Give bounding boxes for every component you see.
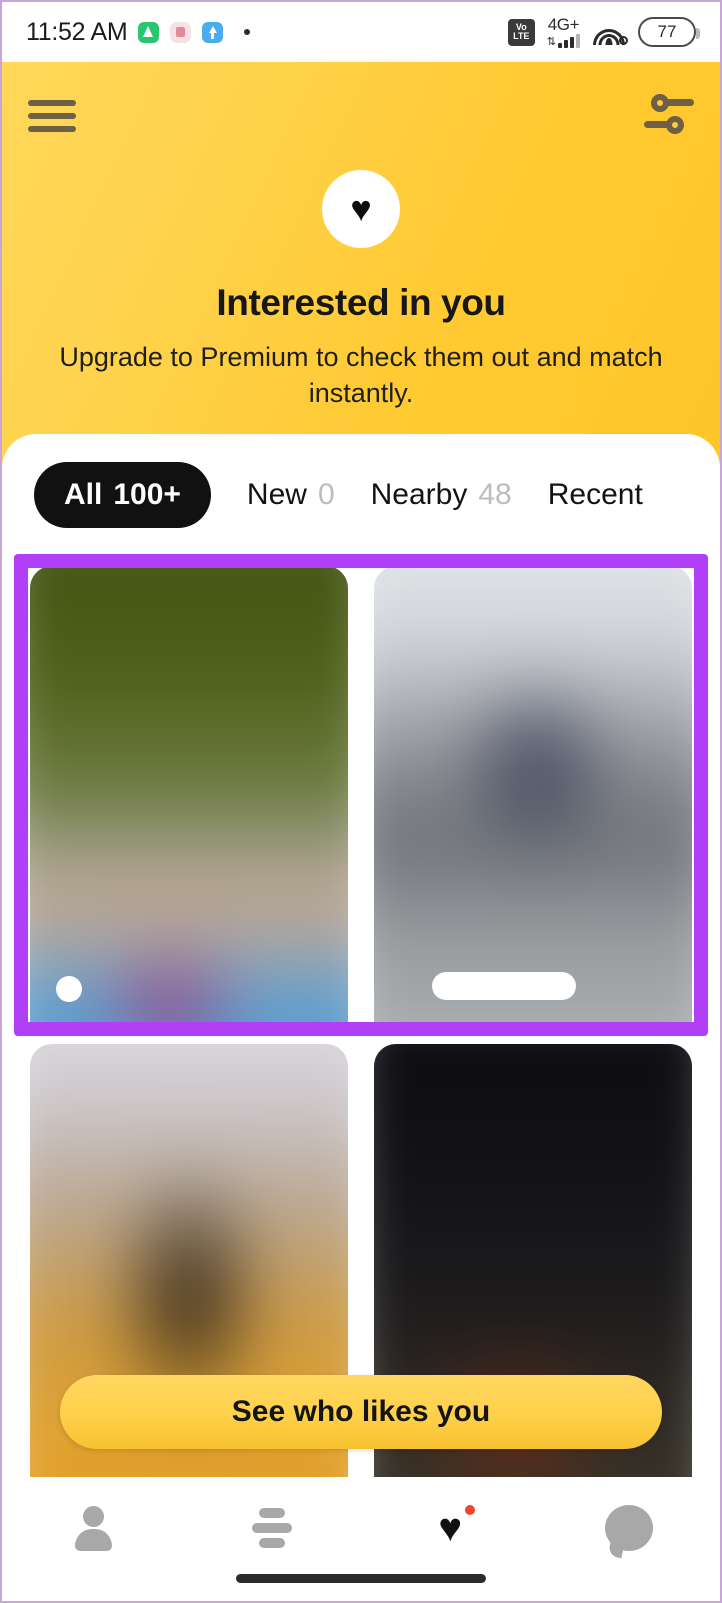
hamburger-menu-icon[interactable] [28, 96, 76, 136]
heart-icon: ♥ [438, 1506, 463, 1550]
status-bar-right: Vo LTE 4G+ ⇅ 77 [507, 14, 700, 48]
notification-badge-icon [463, 1503, 478, 1517]
network-type-label: 4G+ [547, 14, 580, 34]
battery-percent: 77 [657, 22, 677, 41]
nav-likes[interactable]: ♥ [395, 1499, 505, 1557]
tab-all-count: 100+ [113, 478, 181, 511]
filter-sliders-icon[interactable] [644, 92, 694, 140]
chat-bubble-icon [604, 1505, 653, 1551]
status-bar: 11:52 AM Vo LTE 4G+ ⇅ 77 [2, 2, 720, 62]
heart-logo-glyph: ♥ [350, 188, 372, 229]
profile-card-2[interactable] [374, 566, 692, 1026]
nav-profile[interactable] [38, 1499, 148, 1557]
volte-line-2: LTE [513, 31, 530, 41]
signal-icon: 4G+ ⇅ [547, 14, 580, 48]
nav-messages[interactable] [574, 1499, 684, 1557]
nav-discover[interactable] [217, 1499, 327, 1557]
tab-nearby-count: 48 [478, 478, 512, 511]
tab-all[interactable]: All 100+ [34, 462, 211, 528]
blurred-photo [30, 566, 348, 1026]
online-indicator-icon [56, 976, 82, 1002]
data-arrows-icon: ⇅ [546, 35, 556, 48]
home-indicator[interactable] [236, 1574, 486, 1583]
tab-new-label: New [246, 478, 307, 511]
see-who-likes-you-button[interactable]: See who likes you [60, 1375, 662, 1449]
content-sheet: All 100+ New 0 Nearby 48 Recent [2, 434, 720, 1504]
name-placeholder-pill [432, 972, 576, 1000]
tab-nearby-label: Nearby [370, 478, 468, 511]
profile-grid [2, 554, 720, 1504]
stacked-cards-icon [248, 1504, 296, 1552]
volte-icon: Vo LTE [507, 18, 535, 46]
hero-header: ♥ Interested in you Upgrade to Premium t… [2, 62, 720, 472]
telegram-icon [202, 21, 224, 43]
tab-recent[interactable]: Recent [548, 478, 643, 512]
status-bar-clock: 11:52 AM [26, 17, 128, 46]
wifi-icon [592, 20, 628, 45]
battery-icon: 77 [638, 17, 700, 47]
profile-card-1[interactable] [30, 566, 348, 1026]
blurred-photo [374, 566, 692, 1026]
tab-new-count: 0 [317, 478, 335, 511]
photos-icon [170, 21, 192, 43]
phone-screen: 11:52 AM Vo LTE 4G+ ⇅ 77 ♥ Interested in… [0, 0, 722, 1603]
tab-recent-label: Recent [547, 478, 643, 511]
tab-nearby[interactable]: Nearby 48 [371, 478, 512, 512]
dot-indicator-icon [244, 29, 251, 35]
tab-new[interactable]: New 0 [247, 478, 335, 512]
whatsapp-icon [138, 21, 160, 43]
hero-toolbar [28, 62, 694, 140]
person-icon [69, 1504, 117, 1552]
page-title: Interested in you [216, 282, 506, 323]
page-subtitle: Upgrade to Premium to check them out and… [59, 342, 663, 408]
profile-grid-row-1 [2, 554, 720, 1036]
signal-bars: ⇅ [547, 33, 580, 48]
tab-all-label: All [64, 478, 103, 511]
heart-logo-icon: ♥ [322, 170, 400, 248]
filter-tabs[interactable]: All 100+ New 0 Nearby 48 Recent [2, 462, 720, 554]
status-bar-left: 11:52 AM [26, 17, 251, 47]
